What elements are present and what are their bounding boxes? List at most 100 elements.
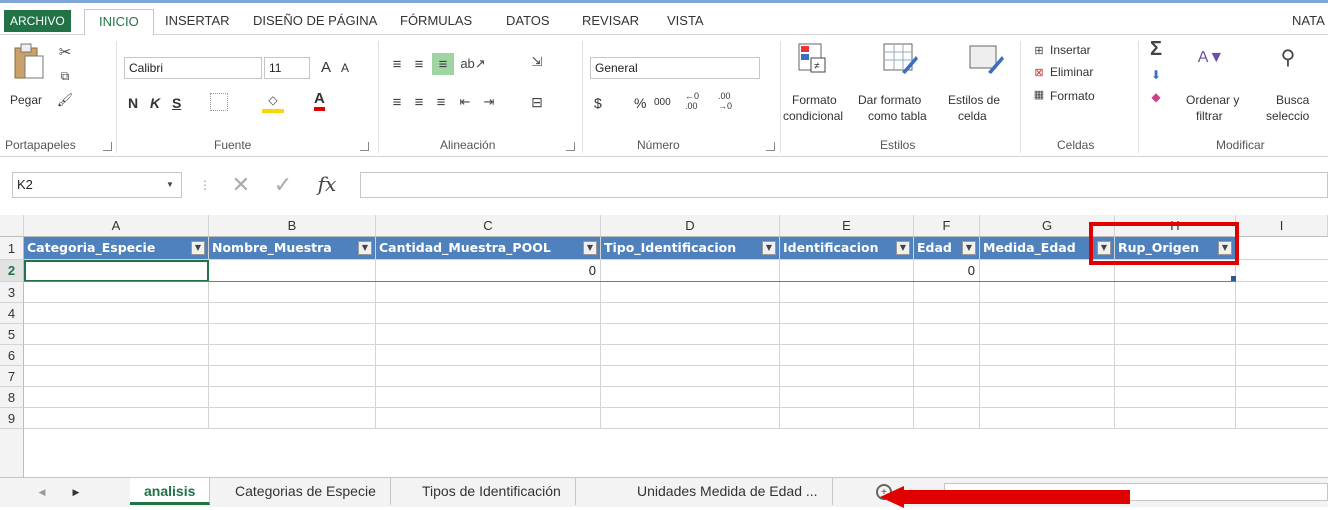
select-all-corner[interactable] xyxy=(0,215,24,237)
conditional-format-icon[interactable]: ≠ xyxy=(796,41,828,77)
conditional-format-label-2[interactable]: condicional xyxy=(783,109,843,123)
orientation-icon[interactable]: ab↗ xyxy=(460,55,486,73)
copy-icon[interactable]: ⧉ xyxy=(56,67,74,85)
font-launcher-icon[interactable] xyxy=(360,142,369,151)
italic-button[interactable]: K xyxy=(150,95,160,111)
tab-insertar[interactable]: INSERTAR xyxy=(165,9,230,35)
row-header-4[interactable]: 4 xyxy=(0,303,24,324)
format-cells-icon[interactable]: ▦ xyxy=(1032,87,1046,101)
tab-formulas[interactable]: FÓRMULAS xyxy=(400,9,472,35)
table-header-cell[interactable]: Tipo_Identificacion ▼ xyxy=(601,237,780,260)
col-header-d[interactable]: D xyxy=(601,215,780,237)
find-select-label[interactable]: Busca xyxy=(1276,93,1309,107)
tab-datos[interactable]: DATOS xyxy=(506,9,550,35)
percent-button[interactable]: % xyxy=(634,95,646,111)
tab-inicio[interactable]: INICIO xyxy=(84,9,154,38)
underline-button[interactable]: S xyxy=(172,95,181,111)
insert-function-icon[interactable]: fx xyxy=(312,170,342,198)
col-header-i[interactable]: I xyxy=(1236,215,1328,237)
cell-styles-icon[interactable] xyxy=(966,41,1006,77)
conditional-format-label[interactable]: Formato xyxy=(792,93,837,107)
row-header-6[interactable]: 6 xyxy=(0,345,24,366)
table-header-cell[interactable]: Identificacion ▼ xyxy=(780,237,914,260)
autosum-icon[interactable]: Σ xyxy=(1146,38,1166,60)
table-cell[interactable] xyxy=(780,260,914,282)
fill-color-icon[interactable]: ◇ xyxy=(262,91,284,113)
cancel-entry-icon[interactable]: ✕ xyxy=(228,172,254,198)
row-header-7[interactable]: 7 xyxy=(0,366,24,387)
clear-icon[interactable]: ◆ xyxy=(1148,89,1164,105)
font-color-icon[interactable]: A xyxy=(314,91,325,111)
formula-input[interactable] xyxy=(360,172,1328,198)
decrease-decimal-button[interactable]: .00 →0 xyxy=(718,91,744,111)
sheet-tab-categorias[interactable]: Categorias de Especie xyxy=(221,478,391,505)
cut-icon[interactable]: ✂ xyxy=(56,43,74,61)
format-as-table-label[interactable]: Dar formato xyxy=(858,93,921,107)
sort-filter-label-2[interactable]: filtrar xyxy=(1196,109,1223,123)
paste-label[interactable]: Pegar xyxy=(10,93,42,107)
align-bottom-icon[interactable]: ≡ xyxy=(432,53,454,75)
sheet-tab-analisis[interactable]: analisis xyxy=(130,478,211,505)
namebox-dropdown-icon[interactable]: ▼ xyxy=(164,178,176,190)
table-cell[interactable] xyxy=(209,260,376,282)
col-header-f[interactable]: F xyxy=(914,215,980,237)
cell-styles-label[interactable]: Estilos de xyxy=(948,93,1000,107)
thousands-button[interactable]: 000 xyxy=(654,97,671,108)
col-header-c[interactable]: C xyxy=(376,215,601,237)
currency-button[interactable]: $ xyxy=(594,95,602,111)
row-header-9[interactable]: 9 xyxy=(0,408,24,429)
table-cell[interactable] xyxy=(1236,237,1328,260)
font-size-select[interactable]: 11 xyxy=(264,57,310,79)
row-header-5[interactable]: 5 xyxy=(0,324,24,345)
table-cell[interactable]: 0 xyxy=(376,260,601,282)
align-center-icon[interactable]: ≡ xyxy=(410,93,428,111)
tab-archivo[interactable]: ARCHIVO xyxy=(4,10,71,32)
tab-diseno[interactable]: DISEÑO DE PÁGINA xyxy=(253,9,377,35)
delete-cells-icon[interactable]: ⊠ xyxy=(1032,65,1046,79)
format-as-table-icon[interactable] xyxy=(880,41,920,77)
enter-entry-icon[interactable]: ✓ xyxy=(270,172,296,198)
scroll-left-icon[interactable]: ◀ xyxy=(36,486,48,498)
insert-cells-icon[interactable]: ⊞ xyxy=(1032,43,1046,57)
table-cell[interactable] xyxy=(601,260,780,282)
cell-styles-label-2[interactable]: celda xyxy=(958,109,987,123)
increase-indent-icon[interactable]: ⇥ xyxy=(480,93,498,111)
decrease-indent-icon[interactable]: ⇤ xyxy=(456,93,474,111)
delete-cells-button[interactable]: Eliminar xyxy=(1050,65,1093,79)
filter-dropdown-icon[interactable]: ▼ xyxy=(191,241,205,255)
col-header-e[interactable]: E xyxy=(780,215,914,237)
format-cells-button[interactable]: Formato xyxy=(1050,89,1095,103)
col-header-a[interactable]: A xyxy=(24,215,209,237)
row-header-1[interactable]: 1 xyxy=(0,237,24,260)
table-cell[interactable] xyxy=(1236,260,1328,282)
insert-cells-button[interactable]: Insertar xyxy=(1050,43,1091,57)
filter-dropdown-icon[interactable]: ▼ xyxy=(358,241,372,255)
row-header-3[interactable]: 3 xyxy=(0,282,24,303)
shrink-font-icon[interactable]: A xyxy=(341,61,349,75)
row-header-8[interactable]: 8 xyxy=(0,387,24,408)
table-header-cell[interactable]: Categoria_Especie ▼ xyxy=(24,237,209,260)
borders-icon[interactable] xyxy=(210,93,228,111)
empty-cells-area[interactable] xyxy=(24,282,1328,429)
find-select-icon[interactable]: ⚲ xyxy=(1274,43,1302,71)
user-name[interactable]: NATA xyxy=(1292,9,1325,35)
filter-dropdown-icon[interactable]: ▼ xyxy=(896,241,910,255)
tab-vista[interactable]: VISTA xyxy=(667,9,704,35)
align-middle-icon[interactable]: ≡ xyxy=(410,55,428,73)
col-header-b[interactable]: B xyxy=(209,215,376,237)
find-select-label-2[interactable]: seleccio xyxy=(1266,109,1309,123)
alignment-launcher-icon[interactable] xyxy=(566,142,575,151)
sheet-tab-tipos[interactable]: Tipos de Identificación xyxy=(408,478,576,505)
scroll-right-icon[interactable]: ▶ xyxy=(70,486,82,498)
sort-filter-icon[interactable]: A▼ xyxy=(1196,43,1226,73)
grow-font-icon[interactable]: A xyxy=(321,59,331,76)
tab-revisar[interactable]: REVISAR xyxy=(582,9,639,35)
format-painter-icon[interactable]: 🖌 xyxy=(56,91,74,109)
format-as-table-label-2[interactable]: como tabla xyxy=(868,109,927,123)
font-name-select[interactable]: Calibri xyxy=(124,57,262,79)
filter-dropdown-icon[interactable]: ▼ xyxy=(583,241,597,255)
table-header-cell[interactable]: Nombre_Muestra ▼ xyxy=(209,237,376,260)
table-header-cell[interactable]: Cantidad_Muestra_POOL ▼ xyxy=(376,237,601,260)
paste-icon[interactable] xyxy=(8,41,50,83)
filter-dropdown-icon[interactable]: ▼ xyxy=(762,241,776,255)
